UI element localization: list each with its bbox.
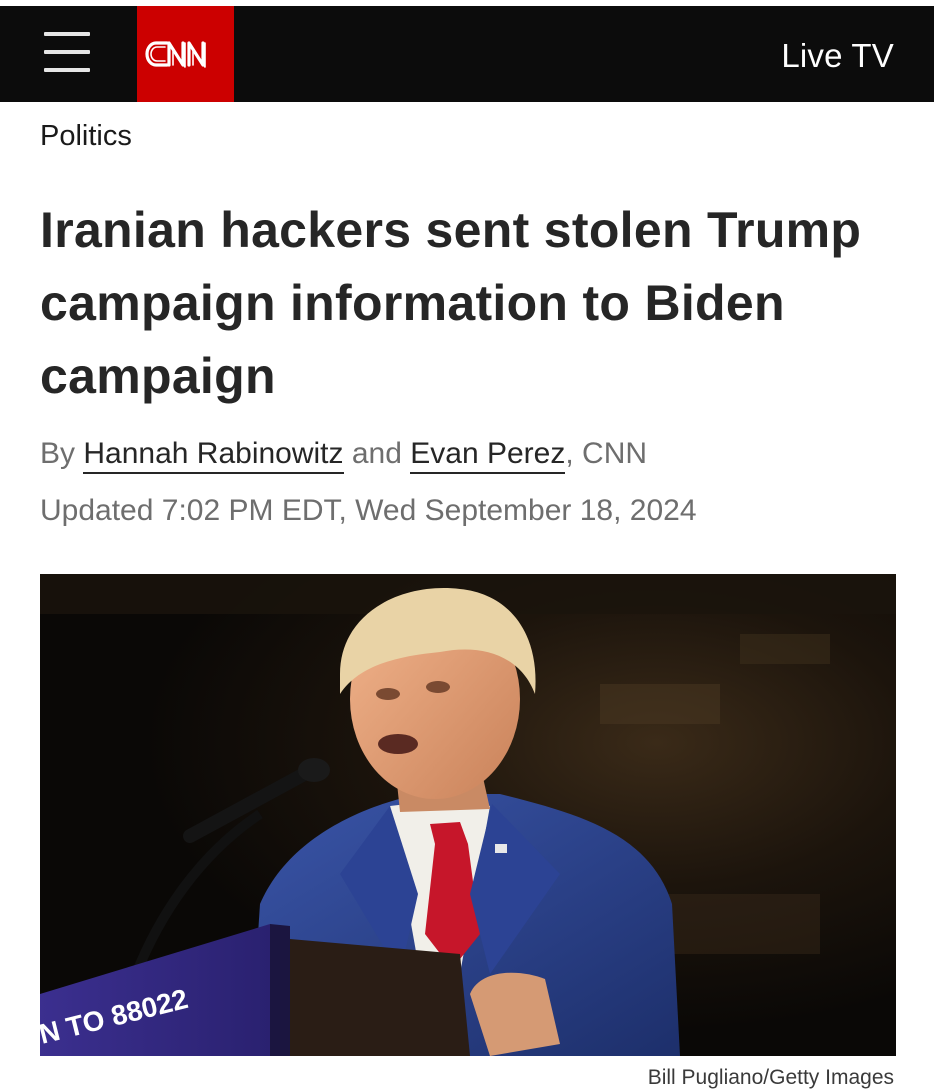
byline-prefix: By (40, 437, 76, 470)
photo-trump-at-podium: N TO 88022 (40, 574, 896, 1056)
article-headline: Iranian hackers sent stolen Trump campai… (40, 202, 862, 404)
author-link-evan-perez[interactable]: Evan Perez (410, 437, 566, 474)
cnn-logo-mark (145, 41, 206, 68)
byline-outlet: , CNN (565, 437, 648, 470)
section-label[interactable]: Politics (40, 120, 132, 153)
article-photo[interactable]: N TO 88022 (40, 574, 896, 1056)
top-navigation-bar: Live TV (0, 6, 934, 102)
live-tv-link[interactable]: Live TV (781, 37, 894, 75)
byline-conjunction: and (351, 437, 402, 470)
hamburger-menu-icon[interactable] (44, 30, 90, 76)
cnn-logo[interactable] (137, 6, 234, 102)
author-link-hannah-rabinowitz[interactable]: Hannah Rabinowitz (83, 437, 344, 474)
photo-credit: Bill Pugliano/Getty Images (647, 1066, 894, 1089)
updated-timestamp: Updated 7:02 PM EDT, Wed September 18, 2… (40, 494, 697, 527)
byline: By Hannah Rabinowitz and Evan Perez, CNN (40, 437, 648, 474)
